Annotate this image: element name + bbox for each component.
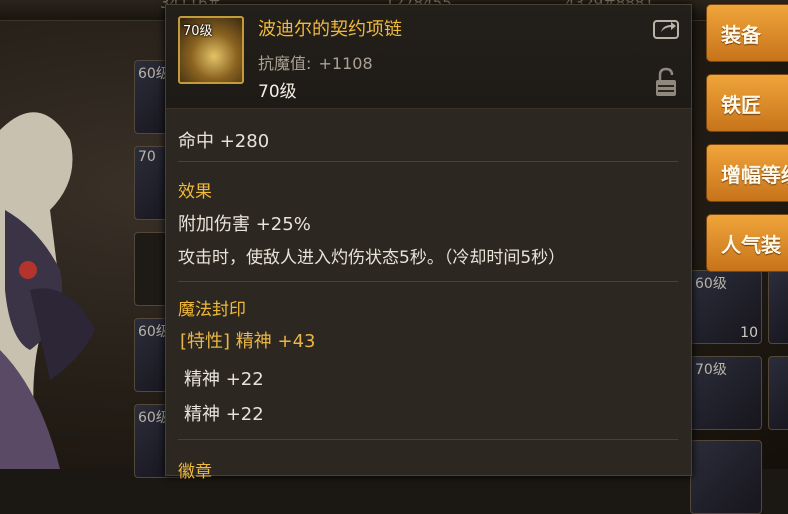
item-name: 波迪尔的契约项链 bbox=[258, 19, 402, 40]
effect-line: 附加伤害 +25% bbox=[178, 214, 311, 235]
seal-special-stat: 精神 +43 bbox=[235, 331, 316, 352]
divider bbox=[178, 281, 678, 282]
avatar-button[interactable]: 人气装 bbox=[706, 214, 788, 272]
slot-count: 10 bbox=[740, 325, 758, 341]
inventory-slot[interactable] bbox=[768, 270, 788, 344]
divider bbox=[178, 161, 678, 162]
emblem-title: 徽章 bbox=[178, 462, 212, 482]
slot-level: 70级 bbox=[695, 362, 727, 378]
effect-title: 效果 bbox=[178, 182, 212, 202]
magic-resist-stat: 抗魔值: +1108 bbox=[258, 50, 375, 74]
stat-label: 抗魔值: bbox=[258, 54, 312, 73]
inventory-slot[interactable]: 70级 bbox=[690, 356, 762, 430]
effect-line: 攻击时，使敌人进入灼伤状态5秒。（冷却时间5秒） bbox=[178, 248, 566, 268]
item-tooltip: 70级 波迪尔的契约项链 抗魔值: +1108 70级 命中 +280 效果 附… bbox=[165, 4, 692, 482]
seal-special-line: [特性] 精神 +43 bbox=[180, 327, 316, 353]
character-portrait bbox=[0, 112, 95, 469]
item-icon-level: 70级 bbox=[183, 24, 213, 39]
slot-level: 70 bbox=[138, 149, 156, 165]
stat-value: +1108 bbox=[318, 54, 373, 73]
magic-seal-title: 魔法封印 bbox=[178, 300, 246, 320]
amplify-button[interactable]: 增幅等级 bbox=[706, 144, 788, 202]
divider bbox=[178, 439, 678, 440]
item-level: 70级 bbox=[258, 82, 297, 102]
seal-line: 精神 +22 bbox=[184, 369, 264, 390]
seal-special-tag: [特性] bbox=[180, 331, 231, 352]
hit-stat: 命中 +280 bbox=[178, 131, 270, 152]
lock-icon[interactable] bbox=[655, 67, 677, 97]
slot-level: 60级 bbox=[695, 276, 727, 292]
share-icon[interactable] bbox=[653, 17, 679, 39]
inventory-slot[interactable] bbox=[768, 356, 788, 430]
inventory-slot[interactable]: 60级 10 bbox=[690, 270, 762, 344]
necklace-item-icon: 70级 bbox=[178, 16, 244, 84]
blacksmith-button[interactable]: 铁匠 bbox=[706, 74, 788, 132]
tooltip-header: 70级 波迪尔的契约项链 抗魔值: +1108 70级 bbox=[166, 5, 691, 109]
seal-line: 精神 +22 bbox=[184, 404, 264, 425]
inventory-slot[interactable] bbox=[690, 440, 762, 514]
equipment-button[interactable]: 装备 bbox=[706, 4, 788, 62]
